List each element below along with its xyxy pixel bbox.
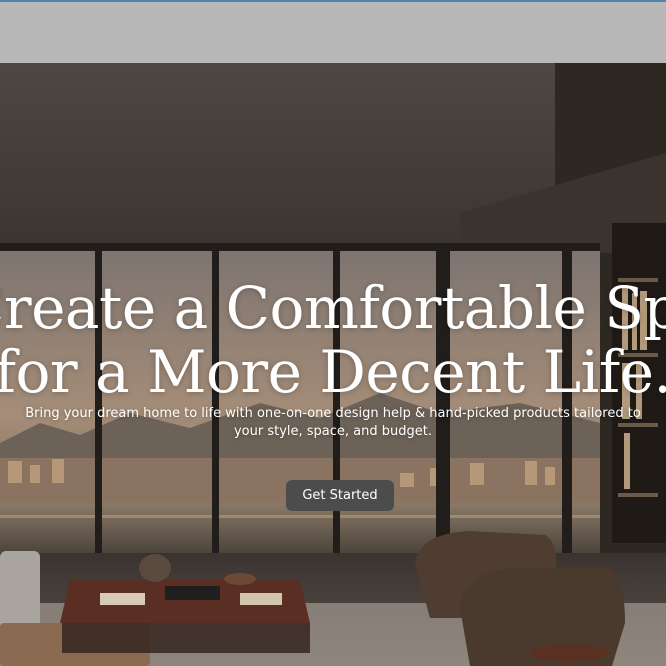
hero-headline-line-2: for a More Decent Life. [0, 338, 666, 406]
top-bar [0, 0, 666, 63]
hero-headline-line-1: Create a Comfortable Space [0, 274, 666, 342]
hero-subtitle: Bring your dream home to life with one-o… [25, 406, 641, 439]
hero-section: Create a Comfortable Space for a More De… [0, 63, 666, 666]
get-started-button[interactable]: Get Started [286, 480, 394, 511]
